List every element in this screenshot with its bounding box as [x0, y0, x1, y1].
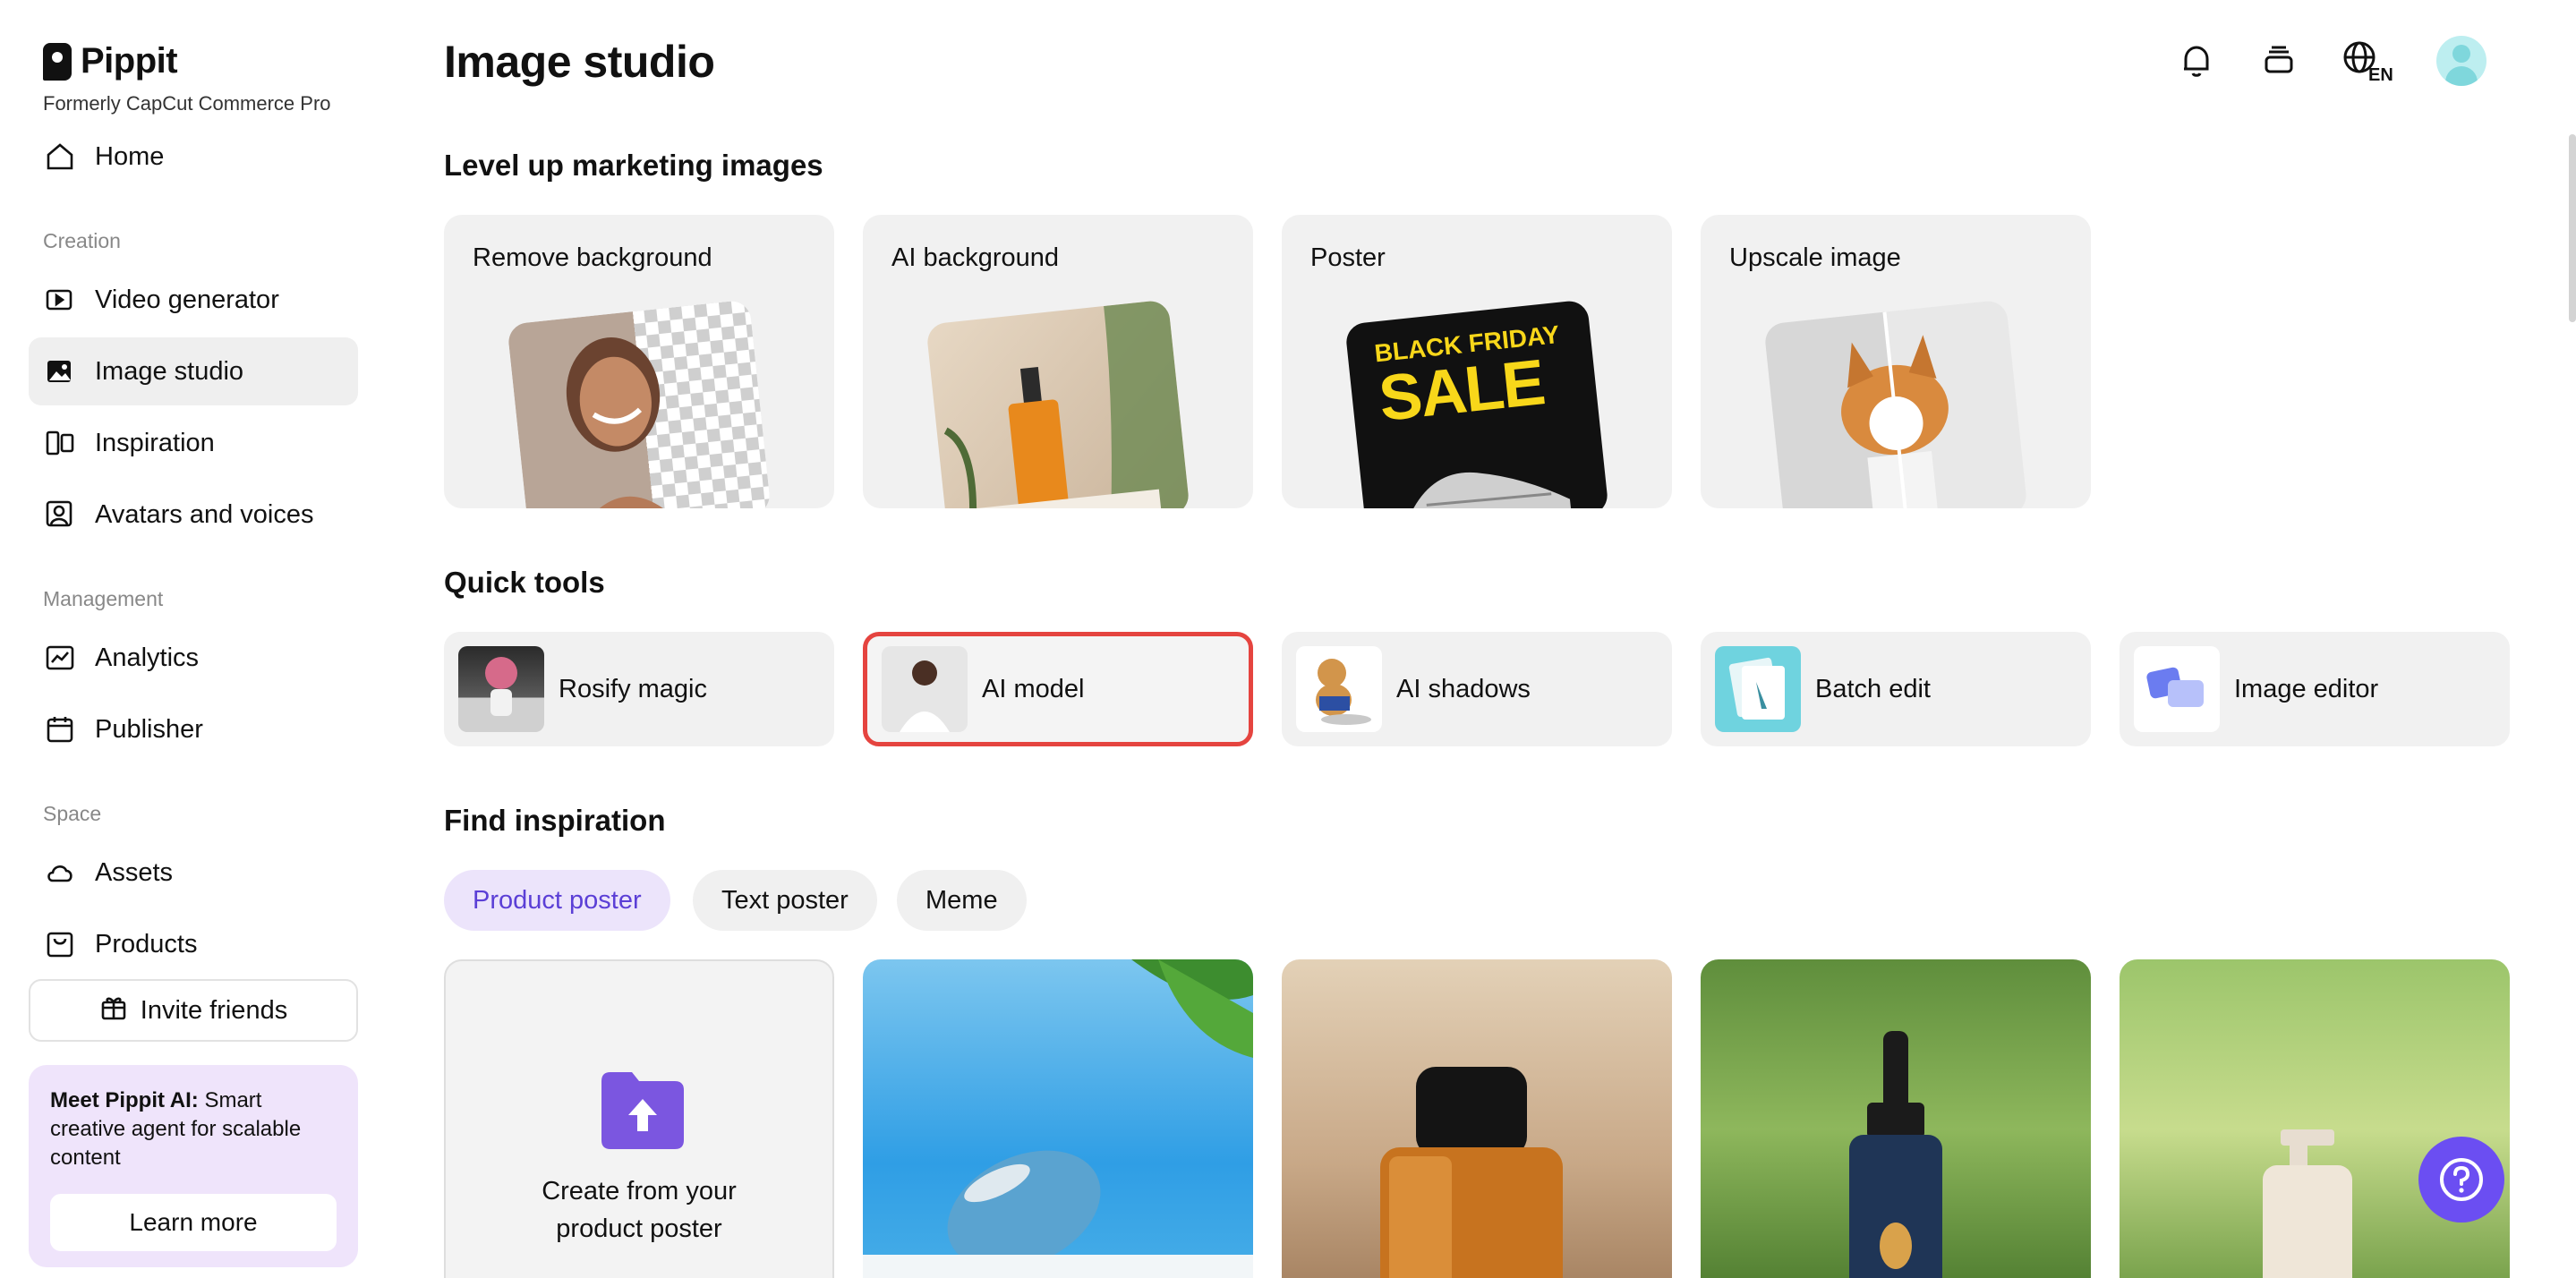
- notification-bell-icon[interactable]: [2175, 39, 2218, 82]
- section-label-management: Management: [43, 587, 164, 610]
- sidebar: Pippit Formerly CapCut Commerce Pro Home…: [0, 0, 387, 1278]
- brand-subtitle: Formerly CapCut Commerce Pro: [43, 92, 331, 115]
- layers-icon[interactable]: [2257, 39, 2300, 82]
- tool-label: AI shadows: [1396, 674, 1531, 703]
- learn-more-button[interactable]: Learn more: [50, 1194, 337, 1251]
- page-scrollbar[interactable]: [2569, 134, 2576, 322]
- promo-text: Meet Pippit AI: Smart creative agent for…: [50, 1086, 337, 1172]
- inspiration-card-serum[interactable]: [1701, 959, 2091, 1278]
- chip-meme[interactable]: Meme: [897, 870, 1027, 931]
- inspiration-card-lotion[interactable]: [2120, 959, 2510, 1278]
- sidebar-item-label: Home: [95, 141, 165, 171]
- sidebar-item-assets[interactable]: Assets: [29, 839, 358, 907]
- sidebar-item-avatars[interactable]: Avatars and voices: [29, 481, 358, 549]
- invite-label: Invite friends: [140, 995, 288, 1025]
- home-icon: [45, 141, 75, 172]
- invite-friends-button[interactable]: Invite friends: [29, 979, 358, 1042]
- sidebar-item-label: Assets: [95, 857, 174, 887]
- tool-label: AI model: [982, 674, 1085, 703]
- inspiration-card-drink[interactable]: [863, 959, 1253, 1278]
- poster-preview: BLACK FRIDAY SALE: [1344, 299, 1609, 508]
- create-text: Create from your product poster: [446, 1172, 832, 1248]
- upload-folder-icon: [601, 1072, 684, 1149]
- tool-image-editor[interactable]: Image editor: [2120, 632, 2510, 746]
- tool-label: Rosify magic: [559, 674, 707, 703]
- card-upscale-image[interactable]: Upscale image: [1701, 215, 2091, 508]
- card-label: Poster: [1310, 243, 1386, 272]
- promo-card: Meet Pippit AI: Smart creative agent for…: [29, 1065, 358, 1267]
- remove-background-preview: [507, 299, 772, 508]
- inspiration-card-perfume[interactable]: [1282, 959, 1672, 1278]
- create-line-1: Create from your: [542, 1177, 737, 1206]
- user-avatar[interactable]: [2436, 36, 2486, 86]
- brand-name: Pippit: [81, 41, 178, 81]
- brand-logo[interactable]: Pippit: [43, 41, 178, 81]
- sidebar-item-label: Inspiration: [95, 428, 215, 457]
- card-label: AI background: [891, 243, 1060, 272]
- analytics-icon: [45, 643, 75, 673]
- sidebar-item-inspiration[interactable]: Inspiration: [29, 409, 358, 477]
- ai-shadows-thumbnail: [1296, 646, 1382, 732]
- card-label: Upscale image: [1729, 243, 1901, 272]
- card-poster[interactable]: Poster BLACK FRIDAY SALE: [1282, 215, 1672, 508]
- rosify-thumbnail: [458, 646, 544, 732]
- calendar-icon: [45, 714, 75, 745]
- page-title: Image studio: [444, 37, 715, 87]
- tool-rosify-magic[interactable]: Rosify magic: [444, 632, 834, 746]
- sidebar-item-products[interactable]: Products: [29, 910, 358, 978]
- section-title-inspiration: Find inspiration: [444, 804, 666, 837]
- language-globe-icon[interactable]: EN: [2340, 39, 2397, 84]
- help-button[interactable]: [2418, 1137, 2504, 1223]
- language-code: EN: [2368, 65, 2393, 84]
- ai-background-preview: [925, 299, 1190, 508]
- tool-label: Batch edit: [1815, 674, 1931, 703]
- promo-title: Meet Pippit AI:: [50, 1088, 199, 1112]
- sidebar-item-label: Analytics: [95, 643, 200, 672]
- batch-edit-thumbnail: [1715, 646, 1801, 732]
- card-remove-background[interactable]: Remove background: [444, 215, 834, 508]
- section-title-marketing: Level up marketing images: [444, 149, 823, 182]
- tool-ai-shadows[interactable]: AI shadows: [1282, 632, 1672, 746]
- upscale-preview: [1763, 299, 2028, 508]
- ai-model-thumbnail: [882, 646, 968, 732]
- bag-icon: [45, 929, 75, 959]
- sidebar-item-label: Image studio: [95, 356, 244, 386]
- gift-icon: [99, 993, 128, 1028]
- inspiration-icon: [45, 428, 75, 458]
- create-from-product-poster-card[interactable]: Create from your product poster: [444, 959, 834, 1278]
- image-icon: [45, 356, 75, 387]
- avatar-icon: [45, 499, 75, 530]
- sidebar-item-label: Publisher: [95, 714, 203, 744]
- chip-text-poster[interactable]: Text poster: [693, 870, 877, 931]
- video-icon: [45, 285, 75, 315]
- tool-batch-edit[interactable]: Batch edit: [1701, 632, 2091, 746]
- question-icon: [2440, 1158, 2483, 1201]
- section-title-quick-tools: Quick tools: [444, 566, 605, 599]
- image-editor-thumbnail: [2134, 646, 2220, 732]
- section-label-space: Space: [43, 802, 102, 825]
- chip-product-poster[interactable]: Product poster: [444, 870, 670, 931]
- card-label: Remove background: [473, 243, 712, 272]
- header-actions: EN: [2175, 36, 2486, 86]
- sidebar-item-video-generator[interactable]: Video generator: [29, 266, 358, 334]
- cloud-icon: [45, 857, 75, 888]
- sidebar-item-label: Avatars and voices: [95, 499, 314, 529]
- sidebar-item-publisher[interactable]: Publisher: [29, 695, 358, 763]
- section-label-creation: Creation: [43, 229, 121, 252]
- card-ai-background[interactable]: AI background: [863, 215, 1253, 508]
- pippit-logo-icon: [43, 42, 72, 81]
- sidebar-item-image-studio[interactable]: Image studio: [29, 337, 358, 405]
- tool-label: Image editor: [2234, 674, 2379, 703]
- tool-ai-model[interactable]: AI model: [863, 632, 1253, 746]
- sidebar-item-label: Products: [95, 929, 198, 958]
- sidebar-item-home[interactable]: Home: [29, 123, 358, 191]
- create-line-2: product poster: [556, 1214, 722, 1243]
- sidebar-item-analytics[interactable]: Analytics: [29, 624, 358, 692]
- sidebar-item-label: Video generator: [95, 285, 279, 314]
